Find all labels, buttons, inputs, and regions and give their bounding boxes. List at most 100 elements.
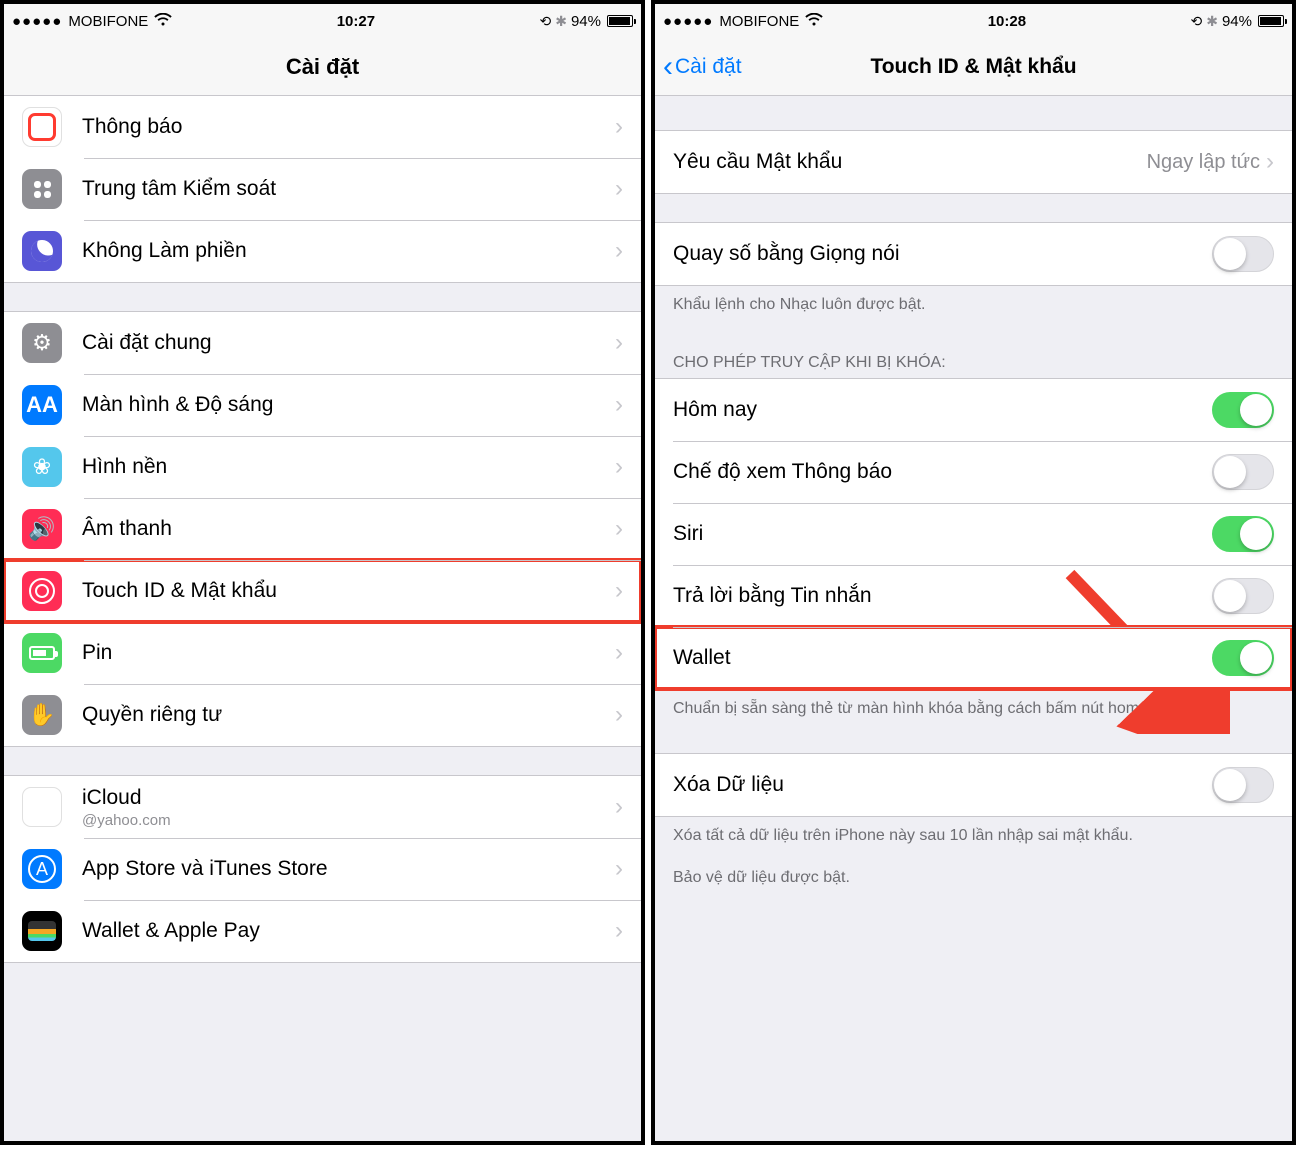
appstore-icon: A — [22, 849, 62, 889]
group-footer: Xóa tất cả dữ liệu trên iPhone này sau 1… — [655, 817, 1292, 853]
sound-icon: 🔊 — [22, 509, 62, 549]
row-notifications-view: Chế độ xem Thông báo — [655, 441, 1292, 503]
row-label: Xóa Dữ liệu — [673, 773, 1212, 797]
row-label: Siri — [673, 522, 1212, 546]
row-reply-message: Trả lời bằng Tin nhắn — [655, 565, 1292, 627]
touchid-passcode-screen: ●●●●● MOBIFONE 10:28 ⟲ ✱ 94% ‹ Cài đặt T… — [651, 0, 1296, 1145]
chevron-right-icon: › — [615, 453, 623, 481]
wallpaper-icon: ❀ — [22, 447, 62, 487]
nav-title: Touch ID & Mật khẩu — [870, 55, 1076, 79]
chevron-right-icon: › — [615, 391, 623, 419]
row-label: Quay số bằng Giọng nói — [673, 242, 1212, 266]
row-label: Touch ID & Mật khẩu — [82, 579, 615, 603]
row-appstore[interactable]: A App Store và iTunes Store › — [4, 838, 641, 900]
row-wallet-applepay[interactable]: Wallet & Apple Pay › — [4, 900, 641, 962]
settings-group: ☁ iCloud @yahoo.com › A App Store và iTu… — [4, 775, 641, 963]
row-wallpaper[interactable]: ❀ Hình nền › — [4, 436, 641, 498]
settings-screen: ●●●●● MOBIFONE 10:27 ⟲ ✱ 94% Cài đặt Thô… — [0, 0, 645, 1145]
row-label: Wallet & Apple Pay — [82, 919, 615, 943]
chevron-right-icon: › — [615, 917, 623, 945]
wallet-icon — [22, 911, 62, 951]
row-erase-data: Xóa Dữ liệu — [655, 754, 1292, 816]
row-label: Wallet — [673, 646, 1212, 670]
battery-percent: 94% — [571, 13, 601, 30]
chevron-right-icon: › — [615, 515, 623, 543]
settings-group: Hôm nay Chế độ xem Thông báo Siri Trả lờ… — [655, 378, 1292, 690]
row-label: Quyền riêng tư — [82, 703, 615, 727]
notifications-view-toggle[interactable] — [1212, 454, 1274, 490]
settings-group: Thông báo › Trung tâm Kiểm soát › Không … — [4, 96, 641, 283]
group-footer: Bảo vệ dữ liệu được bật. — [655, 853, 1292, 895]
passcode-settings-list[interactable]: Yêu cầu Mật khẩu Ngay lập tức › Quay số … — [655, 96, 1292, 1141]
row-sublabel: @yahoo.com — [82, 812, 615, 829]
general-icon: ⚙ — [22, 323, 62, 363]
row-icloud[interactable]: ☁ iCloud @yahoo.com › — [4, 776, 641, 838]
status-time: 10:27 — [172, 13, 539, 30]
status-time: 10:28 — [823, 13, 1190, 30]
wifi-icon — [154, 13, 172, 30]
row-sound[interactable]: 🔊 Âm thanh › — [4, 498, 641, 560]
battery-percent: 94% — [1222, 13, 1252, 30]
back-label: Cài đặt — [675, 55, 742, 79]
row-touchid-passcode[interactable]: Touch ID & Mật khẩu › — [4, 560, 641, 622]
settings-list[interactable]: Thông báo › Trung tâm Kiểm soát › Không … — [4, 96, 641, 1141]
today-toggle[interactable] — [1212, 392, 1274, 428]
row-privacy[interactable]: ✋ Quyền riêng tư › — [4, 684, 641, 746]
reply-message-toggle[interactable] — [1212, 578, 1274, 614]
row-label: Trả lời bằng Tin nhắn — [673, 584, 1212, 608]
row-label: Hôm nay — [673, 398, 1212, 422]
row-require-passcode[interactable]: Yêu cầu Mật khẩu Ngay lập tức › — [655, 131, 1292, 193]
group-footer: Khẩu lệnh cho Nhạc luôn được bật. — [655, 286, 1292, 322]
orientation-lock-icon: ⟲ — [540, 13, 552, 30]
settings-group: Yêu cầu Mật khẩu Ngay lập tức › — [655, 130, 1292, 194]
row-label: Màn hình & Độ sáng — [82, 393, 615, 417]
wifi-icon — [805, 13, 823, 30]
row-value: Ngay lập tức — [1147, 151, 1260, 174]
nav-bar: ‹ Cài đặt Touch ID & Mật khẩu — [655, 38, 1292, 96]
row-label: App Store và iTunes Store — [82, 857, 615, 881]
row-general[interactable]: ⚙ Cài đặt chung › — [4, 312, 641, 374]
chevron-right-icon: › — [615, 701, 623, 729]
bluetooth-icon: ✱ — [555, 13, 567, 30]
voice-dial-toggle[interactable] — [1212, 236, 1274, 272]
nav-title: Cài đặt — [286, 54, 359, 80]
back-button[interactable]: ‹ Cài đặt — [663, 52, 742, 82]
icloud-icon: ☁ — [22, 787, 62, 827]
touchid-icon — [22, 571, 62, 611]
chevron-right-icon: › — [615, 855, 623, 883]
erase-data-toggle[interactable] — [1212, 767, 1274, 803]
row-battery[interactable]: Pin › — [4, 622, 641, 684]
row-label: Cài đặt chung — [82, 331, 615, 355]
chevron-right-icon: › — [615, 113, 623, 141]
row-label: Pin — [82, 641, 615, 665]
dnd-icon — [22, 231, 62, 271]
row-notifications[interactable]: Thông báo › — [4, 96, 641, 158]
wallet-toggle[interactable] — [1212, 640, 1274, 676]
chevron-right-icon: › — [615, 329, 623, 357]
notifications-icon — [22, 107, 62, 147]
row-label: Chế độ xem Thông báo — [673, 460, 1212, 484]
nav-bar: Cài đặt — [4, 38, 641, 96]
row-label: Thông báo — [82, 115, 615, 139]
row-control-center[interactable]: Trung tâm Kiểm soát › — [4, 158, 641, 220]
signal-dots-icon: ●●●●● — [12, 13, 62, 30]
row-dnd[interactable]: Không Làm phiền › — [4, 220, 641, 282]
status-bar: ●●●●● MOBIFONE 10:28 ⟲ ✱ 94% — [655, 4, 1292, 38]
row-today: Hôm nay — [655, 379, 1292, 441]
row-label: Âm thanh — [82, 517, 615, 541]
chevron-right-icon: › — [1266, 148, 1274, 176]
display-icon: AA — [22, 385, 62, 425]
row-voice-dial: Quay số bằng Giọng nói — [655, 223, 1292, 285]
chevron-left-icon: ‹ — [663, 52, 673, 82]
chevron-right-icon: › — [615, 577, 623, 605]
battery-row-icon — [22, 633, 62, 673]
row-display[interactable]: AA Màn hình & Độ sáng › — [4, 374, 641, 436]
row-label: Yêu cầu Mật khẩu — [673, 150, 1147, 174]
control-center-icon — [22, 169, 62, 209]
siri-toggle[interactable] — [1212, 516, 1274, 552]
battery-icon — [607, 15, 633, 27]
row-wallet: Wallet — [655, 627, 1292, 689]
group-footer: Chuẩn bị sẵn sàng thẻ từ màn hình khóa b… — [655, 690, 1292, 726]
row-siri: Siri — [655, 503, 1292, 565]
chevron-right-icon: › — [615, 793, 623, 821]
